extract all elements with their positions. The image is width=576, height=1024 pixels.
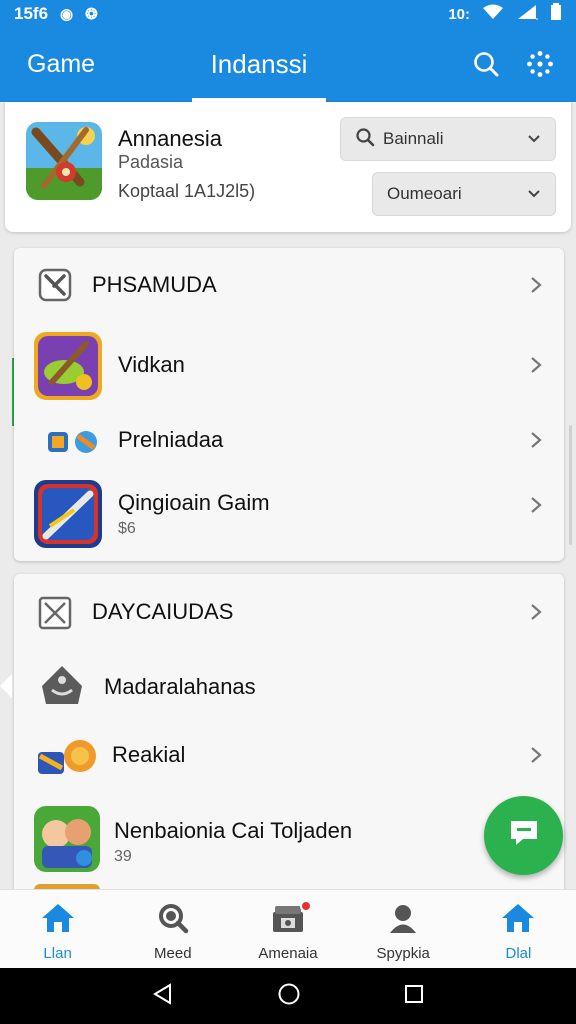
game-thumbnail[interactable] xyxy=(26,122,102,200)
item-label: Prelniadaa xyxy=(118,427,224,452)
chevron-right-icon xyxy=(526,430,546,450)
item-label: Reakial xyxy=(112,742,186,767)
list-item[interactable]: Vidkan xyxy=(14,322,564,408)
wifi-icon xyxy=(482,4,504,24)
chevron-right-icon xyxy=(526,495,546,515)
search-dropdown-label: Bainnali xyxy=(383,129,444,148)
game-thumbnail xyxy=(34,738,100,778)
profile-icon xyxy=(387,902,419,939)
nav-label: Amenaia xyxy=(258,945,318,962)
game-subtitle: Padasia xyxy=(118,152,184,172)
game-thumbnail xyxy=(34,806,100,872)
home-icon xyxy=(40,902,76,939)
game-meta: Koptaal 1A1J2l5) xyxy=(118,181,256,201)
game-header-card: Annanesia Padasia Koptaal 1A1J2l5) Bainn… xyxy=(5,102,571,232)
section-title: DAYCAIUDAS xyxy=(92,599,234,624)
box-icon xyxy=(38,596,72,630)
game-tab[interactable]: Game xyxy=(27,50,95,79)
sort-dropdown[interactable]: Oumeoari xyxy=(372,172,556,216)
game-name: Annanesia xyxy=(118,126,222,151)
status-time: 15f6 xyxy=(14,4,49,23)
side-drawer-handle[interactable] xyxy=(0,674,12,698)
signal-icon xyxy=(516,4,540,24)
bottom-nav: Llan Meed Amenaia Spypkia Dlal xyxy=(0,889,576,968)
status-bar: 15f6 ◉ ❂ 10: xyxy=(0,0,576,28)
nav-label: Spypkia xyxy=(376,945,430,962)
section-card-2: DAYCAIUDAS Madaralahanas Reakial Nenbaio… xyxy=(14,574,564,894)
game-thumbnail xyxy=(34,332,102,400)
page-title[interactable]: Indanssi xyxy=(192,49,326,80)
chevron-down-icon xyxy=(527,184,541,204)
nav-item-search[interactable]: Meed xyxy=(115,890,230,968)
item-label: Vidkan xyxy=(118,352,185,377)
chevron-right-icon xyxy=(526,602,546,622)
section-card-1: PHSAMUDA Vidkan Prelniadaa Qingioain Gai… xyxy=(14,248,564,561)
app-bar: Game Indanssi xyxy=(0,28,576,102)
notification-icon: ◉ xyxy=(60,6,74,23)
game-thumbnail xyxy=(34,480,102,548)
search-dropdown[interactable]: Bainnali xyxy=(340,117,556,161)
search-icon xyxy=(355,127,375,152)
nav-item-home-2[interactable]: Dlal xyxy=(461,890,576,968)
nav-item-home[interactable]: Llan xyxy=(0,890,115,968)
chat-button[interactable] xyxy=(484,796,563,875)
sort-dropdown-label: Oumeoari xyxy=(387,184,462,203)
list-item[interactable]: Prelniadaa xyxy=(14,408,564,474)
item-price: $6 xyxy=(118,520,136,537)
list-item[interactable]: Reakial xyxy=(14,724,564,790)
recents-icon[interactable] xyxy=(403,983,425,1010)
item-price: 39 xyxy=(114,848,132,865)
search-icon xyxy=(157,902,189,939)
nav-label: Llan xyxy=(43,945,72,962)
settings-icon[interactable] xyxy=(524,48,556,80)
back-icon[interactable] xyxy=(151,982,175,1011)
tools-icon xyxy=(38,268,72,302)
status-right-text: 10: xyxy=(448,5,470,23)
home-button-icon[interactable] xyxy=(277,982,301,1011)
bug-icon: ❂ xyxy=(85,6,98,23)
notification-badge xyxy=(300,900,313,912)
list-item[interactable]: Qingioain Gaim $6 xyxy=(14,474,564,554)
chat-icon xyxy=(508,818,540,853)
scrollbar[interactable] xyxy=(569,425,572,545)
chevron-right-icon xyxy=(526,745,546,765)
search-icon[interactable] xyxy=(470,48,502,80)
system-nav-bar xyxy=(0,968,576,1024)
section-header-row[interactable]: DAYCAIUDAS xyxy=(14,574,564,648)
game-thumbnail xyxy=(46,428,100,456)
chevron-down-icon xyxy=(527,129,541,149)
battery-icon xyxy=(550,3,562,25)
list-item[interactable]: Madaralahanas xyxy=(14,648,564,724)
chevron-right-icon xyxy=(526,275,546,295)
nav-item-gifts[interactable]: Amenaia xyxy=(230,890,345,968)
section-header-row[interactable]: PHSAMUDA xyxy=(14,248,564,322)
item-label: Madaralahanas xyxy=(104,674,256,699)
section-title: PHSAMUDA xyxy=(92,272,217,297)
list-item[interactable]: Nenbaionia Cai Toljaden 39 xyxy=(14,790,564,890)
chevron-right-icon xyxy=(526,355,546,375)
nav-label: Dlal xyxy=(505,945,532,962)
nav-label: Meed xyxy=(154,945,192,962)
item-label: Qingioain Gaim xyxy=(118,490,270,515)
item-label: Nenbaionia Cai Toljaden xyxy=(114,818,353,843)
tag-icon xyxy=(38,662,86,710)
home-icon xyxy=(500,902,536,939)
nav-item-profile[interactable]: Spypkia xyxy=(346,890,461,968)
